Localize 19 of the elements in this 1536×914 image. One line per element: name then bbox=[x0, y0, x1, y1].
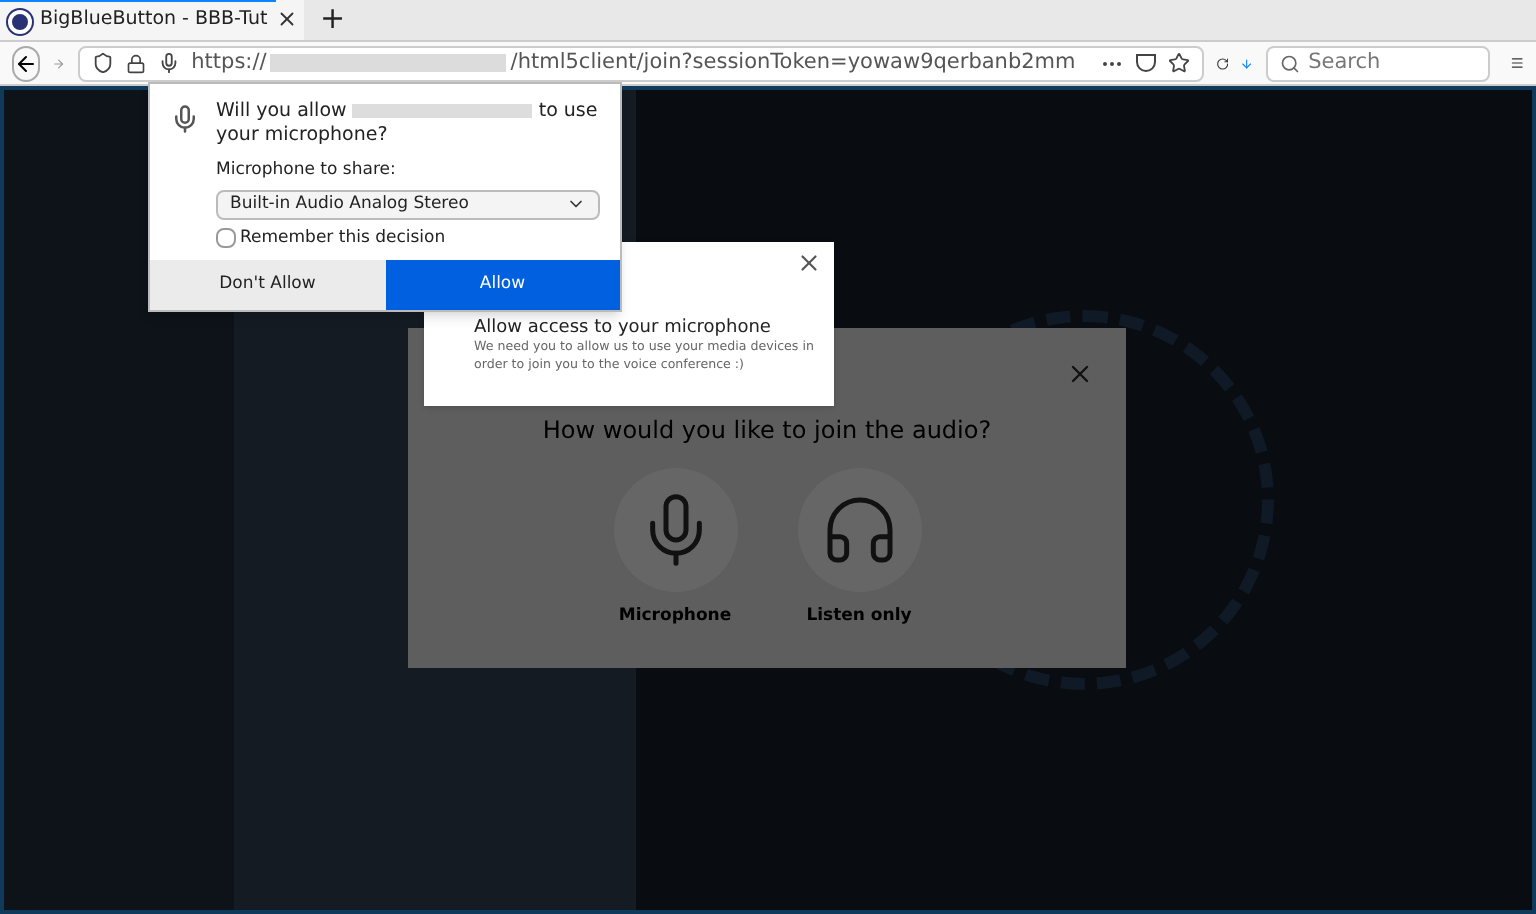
notification-title: Allow access to your microphone bbox=[474, 318, 773, 340]
tab-close-icon[interactable] bbox=[276, 0, 304, 40]
close-icon[interactable] bbox=[796, 250, 822, 276]
deny-button[interactable]: Don't Allow bbox=[150, 260, 385, 311]
app-logo-icon bbox=[8, 9, 32, 33]
new-tab-button[interactable]: + bbox=[304, 0, 362, 40]
microphone-icon bbox=[170, 104, 200, 134]
device-label: Microphone to share: bbox=[216, 157, 398, 183]
device-dropdown[interactable]: Built-in Audio Analog Stereo bbox=[216, 189, 600, 219]
browser-tab[interactable]: BigBlueButton - BBB-Tut bbox=[0, 0, 276, 40]
allow-button[interactable]: Allow bbox=[385, 260, 620, 311]
search-icon bbox=[1280, 53, 1301, 73]
modal-title: How would you like to join the audio? bbox=[542, 414, 992, 448]
back-arrow-icon bbox=[14, 51, 38, 75]
close-icon[interactable] bbox=[1066, 360, 1094, 388]
remember-checkbox[interactable]: Remember this decision bbox=[216, 225, 600, 251]
search-field[interactable]: Search bbox=[1266, 45, 1490, 81]
back-button[interactable] bbox=[12, 45, 40, 81]
permission-question: Will you allow to use your microphone? bbox=[216, 100, 600, 148]
